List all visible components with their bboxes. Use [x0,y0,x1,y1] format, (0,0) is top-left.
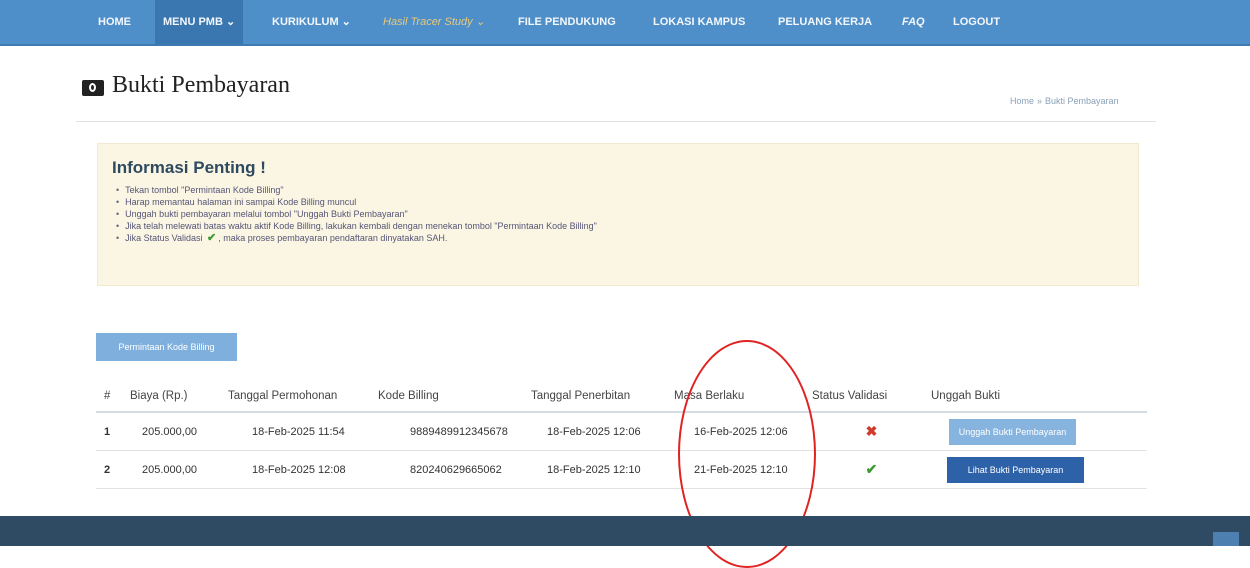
nav-lokasi-kampus[interactable]: LOKASI KAMPUS [651,0,747,44]
top-navbar: HOME MENU PMB ⌄ KURIKULUM ⌄ Hasil Tracer… [0,0,1250,46]
col-header-number: # [96,381,130,413]
info-item-text: , maka proses pembayaran pendaftaran din… [218,233,448,243]
info-item: Harap memantau halaman ini sampai Kode B… [116,196,597,208]
money-icon [82,80,104,96]
breadcrumb-separator: » [1037,96,1043,106]
invalid-x-icon: ✖ [865,423,878,439]
info-item: Unggah bukti pembayaran melalui tombol "… [116,208,597,220]
check-icon: ✔ [207,232,217,244]
nav-file-pendukung[interactable]: FILE PENDUKUNG [516,0,618,44]
nav-kurikulum[interactable]: KURIKULUM ⌄ [270,0,353,44]
table-row: 1 205.000,00 18-Feb-2025 11:54 988948991… [96,412,1147,451]
nav-tracer-study[interactable]: Hasil Tracer Study ⌄ [381,0,487,44]
info-item: Jika Status Validasi ✔, maka proses pemb… [116,232,597,244]
breadcrumb-home-link[interactable]: Home [1010,96,1034,106]
view-proof-button[interactable]: Lihat Bukti Pembayaran [947,456,1084,483]
nav-home[interactable]: HOME [96,0,133,44]
col-header-masa-berlaku: Masa Berlaku [674,381,812,413]
page-title: Bukti Pembayaran [112,72,290,98]
nav-peluang-kerja[interactable]: PELUANG KERJA [776,0,874,44]
col-header-tanggal-permohonan: Tanggal Permohonan [228,381,378,413]
cell-status: ✖ [812,412,931,451]
cell-unggah: Unggah Bukti Pembayaran [931,412,1147,451]
billing-table: # Biaya (Rp.) Tanggal Permohonan Kode Bi… [96,381,1147,489]
footer-bar [0,516,1250,546]
col-header-kode-billing: Kode Billing [378,381,531,413]
cell-kode-billing: 820240629665062 [378,450,531,489]
cell-tanggal-permohonan: 18-Feb-2025 12:08 [228,450,378,489]
info-title: Informasi Penting ! [112,158,266,177]
cell-masa-berlaku: 16-Feb-2025 12:06 [674,412,812,451]
info-item: Jika telah melewati batas waktu aktif Ko… [116,220,597,232]
request-billing-button[interactable]: Permintaan Kode Billing [96,333,237,361]
cell-tanggal-penerbitan: 18-Feb-2025 12:10 [531,450,674,489]
scroll-to-top-button[interactable] [1213,532,1239,546]
cell-number: 2 [96,450,130,489]
cell-biaya: 205.000,00 [130,450,228,489]
breadcrumb: Home» Bukti Pembayaran [1010,96,1119,106]
col-header-tanggal-penerbitan: Tanggal Penerbitan [531,381,674,413]
nav-logout[interactable]: LOGOUT [951,0,1002,44]
cell-number: 1 [96,412,130,451]
info-item-text: Jika Status Validasi [125,233,203,243]
col-header-biaya: Biaya (Rp.) [130,381,228,413]
nav-menu-pmb[interactable]: MENU PMB ⌄ [155,0,244,44]
upload-proof-button[interactable]: Unggah Bukti Pembayaran [949,418,1076,445]
table-row: 2 205.000,00 18-Feb-2025 12:08 820240629… [96,450,1147,489]
col-header-unggah-bukti: Unggah Bukti [931,381,1147,413]
table-header-row: # Biaya (Rp.) Tanggal Permohonan Kode Bi… [96,381,1147,413]
breadcrumb-current: Bukti Pembayaran [1045,96,1119,106]
info-item: Tekan tombol "Permintaan Kode Billing" [116,184,597,196]
title-divider [76,121,1156,122]
cell-unggah: Lihat Bukti Pembayaran [931,450,1147,489]
cell-biaya: 205.000,00 [130,412,228,451]
cell-status: ✔ [812,450,931,489]
col-header-status-validasi: Status Validasi [812,381,931,413]
valid-check-icon: ✔ [865,461,878,477]
cell-tanggal-permohonan: 18-Feb-2025 11:54 [228,412,378,451]
cell-masa-berlaku: 21-Feb-2025 12:10 [674,450,812,489]
nav-faq[interactable]: FAQ [900,0,927,44]
cell-tanggal-penerbitan: 18-Feb-2025 12:06 [531,412,674,451]
cell-kode-billing: 9889489912345678 [378,412,531,451]
info-list: Tekan tombol "Permintaan Kode Billing" H… [116,184,597,244]
